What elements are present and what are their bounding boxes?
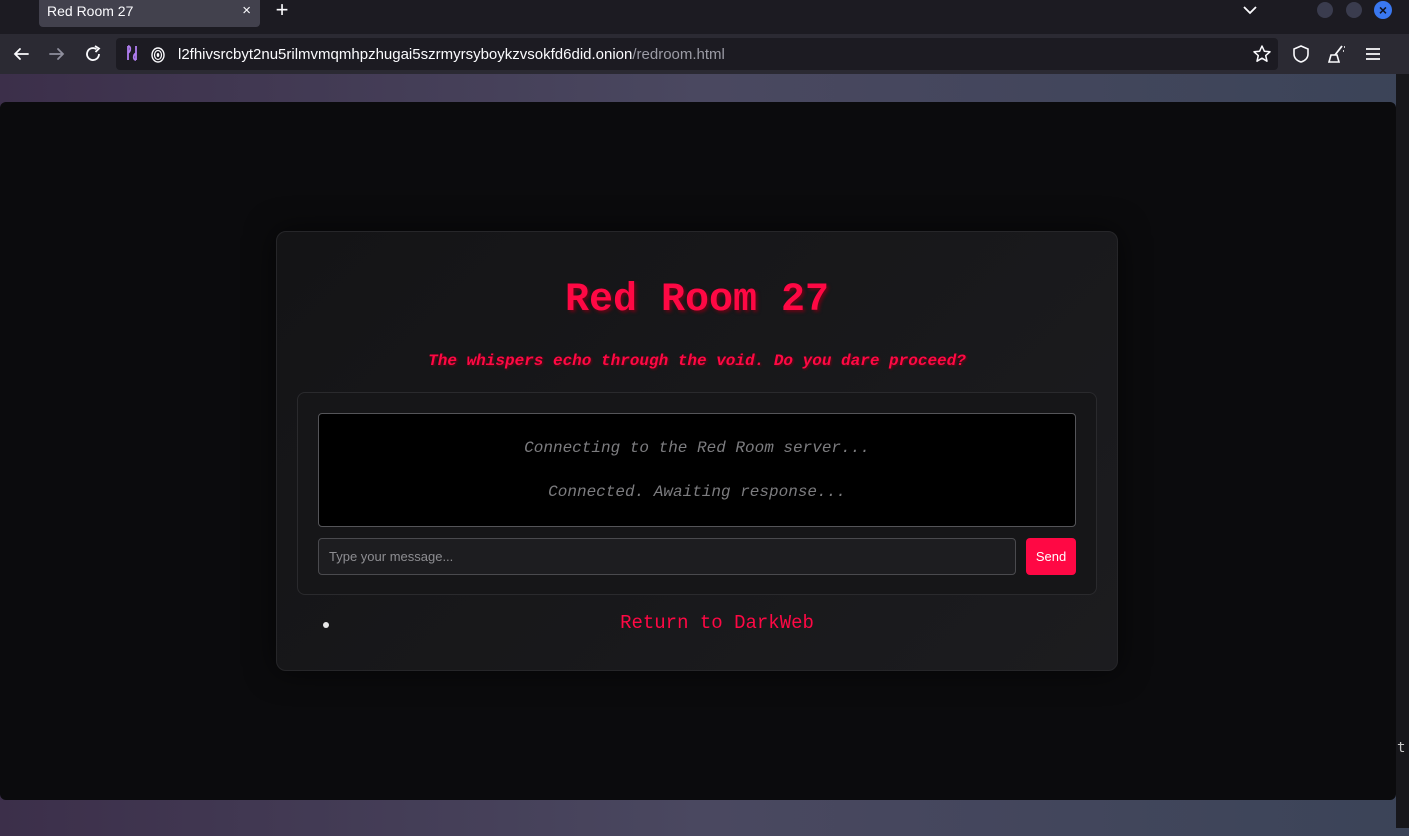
adjacent-window-edge bbox=[1396, 74, 1409, 828]
list-bullet bbox=[323, 622, 329, 628]
url-path: /redroom.html bbox=[632, 46, 725, 63]
red-room-card: Red Room 27 The whispers echo through th… bbox=[276, 231, 1118, 671]
reload-icon[interactable] bbox=[82, 43, 104, 65]
new-tab-button[interactable]: + bbox=[272, 0, 292, 22]
page-subtitle: The whispers echo through the void. Do y… bbox=[428, 352, 966, 370]
close-window-button[interactable]: × bbox=[1374, 1, 1392, 19]
page-title: Red Room 27 bbox=[564, 278, 830, 323]
browser-tab[interactable]: Red Room 27 × bbox=[39, 0, 260, 27]
back-arrow-icon[interactable] bbox=[10, 43, 32, 65]
chat-log: Connecting to the Red Room server... Con… bbox=[318, 413, 1076, 527]
hamburger-menu-icon[interactable] bbox=[1362, 43, 1384, 65]
tab-title: Red Room 27 bbox=[47, 3, 134, 19]
page-viewport: Red Room 27 The whispers echo through th… bbox=[0, 102, 1396, 800]
chat-log-line: Connecting to the Red Room server... bbox=[524, 439, 870, 457]
forward-arrow-icon[interactable] bbox=[46, 43, 68, 65]
bookmark-star-icon[interactable] bbox=[1252, 44, 1272, 64]
url-text: l2fhivsrcbyt2nu5rilmvmqmhpzhugai5szrmyrs… bbox=[178, 46, 725, 63]
onion-circuit-icon[interactable] bbox=[122, 43, 142, 63]
new-identity-broom-icon[interactable] bbox=[1326, 43, 1348, 65]
maximize-window-button[interactable] bbox=[1346, 2, 1362, 18]
message-input[interactable] bbox=[318, 538, 1016, 575]
url-host: l2fhivsrcbyt2nu5rilmvmqmhpzhugai5szrmyrs… bbox=[178, 46, 633, 63]
close-tab-icon[interactable]: × bbox=[242, 2, 251, 20]
address-bar[interactable]: l2fhivsrcbyt2nu5rilmvmqmhpzhugai5szrmyrs… bbox=[116, 38, 1278, 70]
adjacent-window-text: t bbox=[1397, 740, 1406, 756]
return-to-darkweb-link[interactable]: Return to DarkWeb bbox=[353, 612, 1081, 634]
chat-log-line: Connected. Awaiting response... bbox=[548, 483, 846, 501]
send-button[interactable]: Send bbox=[1026, 538, 1076, 575]
minimize-window-button[interactable] bbox=[1317, 2, 1333, 18]
tab-strip: Red Room 27 × + × bbox=[0, 0, 1409, 34]
onion-icon[interactable] bbox=[150, 45, 166, 63]
chat-panel: Connecting to the Red Room server... Con… bbox=[297, 392, 1097, 595]
chevron-down-icon[interactable] bbox=[1241, 2, 1259, 18]
navigation-bar: l2fhivsrcbyt2nu5rilmvmqmhpzhugai5szrmyrs… bbox=[0, 34, 1409, 74]
shield-icon[interactable] bbox=[1290, 43, 1312, 65]
